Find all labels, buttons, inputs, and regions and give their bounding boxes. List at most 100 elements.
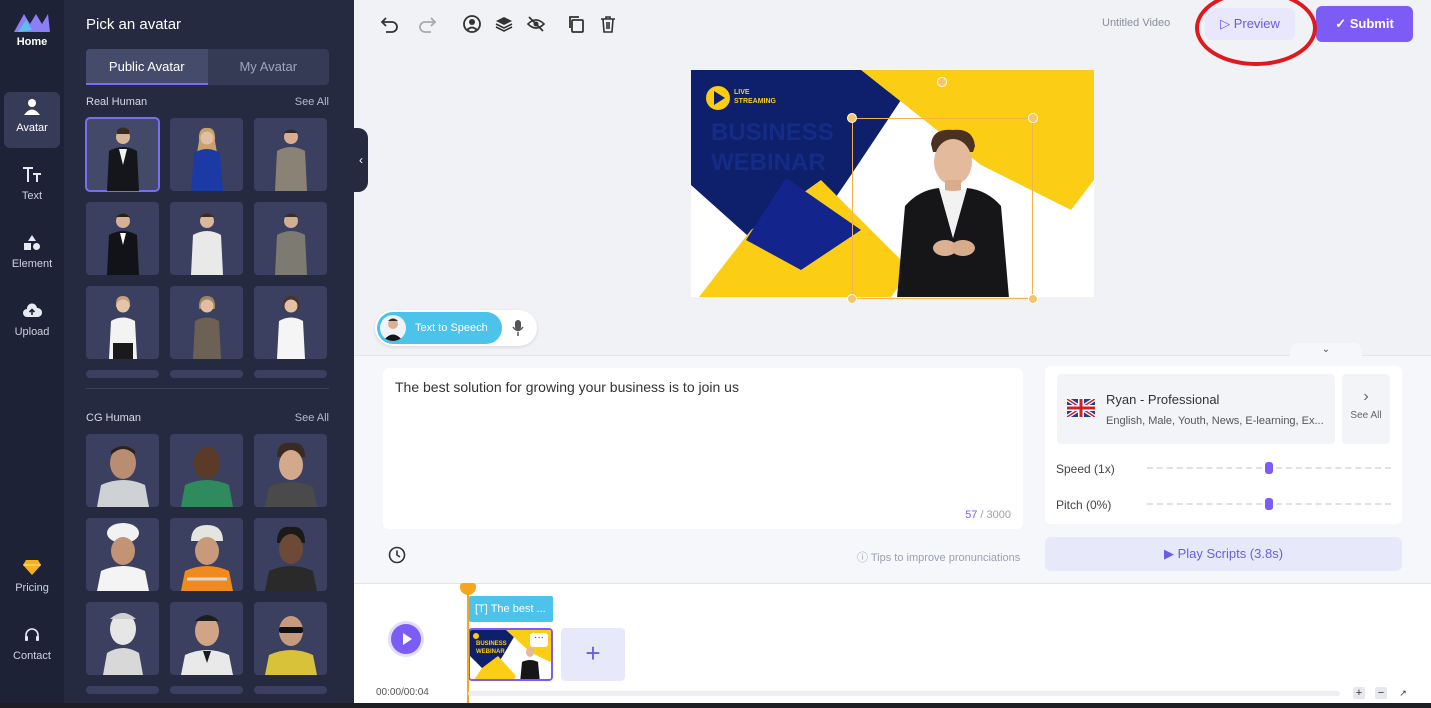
see-all-voices-button[interactable]: › See All: [1342, 374, 1390, 444]
nav-text[interactable]: Text: [4, 160, 60, 216]
avatar-tile[interactable]: [254, 202, 327, 275]
avatar-tile[interactable]: [170, 686, 243, 694]
resize-handle[interactable]: [847, 113, 857, 123]
avatar-tile[interactable]: [85, 117, 160, 192]
nav-contact-label: Contact: [13, 650, 51, 662]
submit-button[interactable]: ✓ Submit: [1316, 6, 1413, 42]
pitch-slider-thumb[interactable]: [1265, 498, 1273, 510]
text-clip[interactable]: [T] The best ...: [469, 596, 553, 622]
nav-pricing[interactable]: Pricing: [4, 552, 60, 608]
play-scripts-label: Play Scripts (3.8s): [1177, 546, 1284, 561]
play-scripts-button[interactable]: ▶ Play Scripts (3.8s): [1045, 537, 1402, 571]
home-nav[interactable]: Home: [4, 36, 60, 56]
avatar-tile[interactable]: [254, 686, 327, 694]
chevron-left-icon: ‹: [359, 153, 363, 167]
speed-slider-thumb[interactable]: [1265, 462, 1273, 474]
avatar-tile[interactable]: [86, 202, 159, 275]
resize-handle[interactable]: [847, 294, 857, 304]
avatar-tile[interactable]: [254, 118, 327, 191]
avatar-tile[interactable]: [170, 602, 243, 675]
voice-settings-panel: Ryan - Professional English, Male, Youth…: [1045, 366, 1402, 524]
cg-human-grid: [86, 434, 329, 694]
clock-icon[interactable]: [388, 546, 406, 564]
avatar-tile[interactable]: [86, 286, 159, 359]
section-divider: [86, 388, 329, 389]
scene-thumbnail[interactable]: BUSINESS WEBINAR ···: [468, 628, 553, 681]
scene-more-button[interactable]: ···: [530, 633, 548, 647]
tab-public-avatar[interactable]: Public Avatar: [86, 49, 208, 85]
live-badge: LIVE STREAMING: [734, 88, 776, 106]
redo-icon[interactable]: [417, 14, 437, 34]
avatar-tile[interactable]: [254, 286, 327, 359]
text-to-speech-tab[interactable]: Text to Speech: [377, 312, 502, 344]
avatar-icon[interactable]: [462, 14, 482, 34]
undo-icon[interactable]: [380, 14, 400, 34]
avatar-tile[interactable]: [86, 602, 159, 675]
submit-label: Submit: [1349, 16, 1394, 31]
avatar-tile[interactable]: [254, 370, 327, 378]
headset-icon: [4, 626, 60, 648]
nav-avatar[interactable]: Avatar: [4, 92, 60, 148]
person-icon: [4, 98, 60, 120]
voice-name: Ryan - Professional: [1106, 392, 1220, 407]
zoom-in-button[interactable]: +: [1353, 687, 1365, 699]
avatar-tile[interactable]: [86, 370, 159, 378]
video-title[interactable]: Untitled Video: [1102, 17, 1170, 29]
selection-box[interactable]: [852, 118, 1033, 299]
badge-line-2: STREAMING: [734, 98, 776, 105]
avatar-tile[interactable]: [86, 518, 159, 591]
home-label: Home: [16, 36, 48, 48]
nav-upload[interactable]: Upload: [4, 296, 60, 352]
hide-icon[interactable]: [526, 14, 546, 34]
info-icon: ⓘ: [857, 552, 868, 564]
nav-element[interactable]: Element: [4, 228, 60, 284]
voice-selector[interactable]: Ryan - Professional English, Male, Youth…: [1057, 374, 1335, 444]
copy-icon[interactable]: [566, 14, 586, 34]
nav-text-label: Text: [21, 190, 43, 202]
more-icon: ···: [534, 632, 544, 643]
avatar-tile[interactable]: [170, 118, 243, 191]
nav-upload-label: Upload: [14, 326, 50, 338]
script-input[interactable]: The best solution for growing your busin…: [383, 368, 1023, 529]
avatar-tile[interactable]: [86, 686, 159, 694]
avatar-tile[interactable]: [170, 434, 243, 507]
shapes-icon: [4, 234, 60, 256]
avatar-tile[interactable]: [254, 602, 327, 675]
logo-icon[interactable]: [12, 10, 52, 34]
avatar-tile[interactable]: [170, 286, 243, 359]
nav-contact[interactable]: Contact: [4, 620, 60, 676]
avatar-tile[interactable]: [254, 518, 327, 591]
zoom-out-button[interactable]: −: [1375, 687, 1387, 699]
see-all-link[interactable]: See All: [295, 96, 329, 108]
delete-icon[interactable]: [598, 14, 618, 34]
avatar-tile[interactable]: [170, 202, 243, 275]
tab-my-avatar[interactable]: My Avatar: [208, 49, 330, 85]
collapse-editor-button[interactable]: ⌄: [1290, 343, 1362, 357]
playhead[interactable]: [467, 584, 469, 708]
timeline-scrollbar[interactable]: [468, 691, 1340, 696]
plus-icon: +: [585, 638, 601, 668]
avatar: [380, 315, 406, 341]
rotate-handle[interactable]: [937, 77, 947, 87]
microphone-icon[interactable]: [511, 319, 525, 337]
avatar-tile[interactable]: [254, 434, 327, 507]
zoom-in-icon: +: [1355, 687, 1363, 699]
layers-icon[interactable]: [494, 14, 514, 34]
script-text: The best solution for growing your busin…: [395, 379, 739, 395]
collapse-panel-button[interactable]: ‹: [354, 128, 368, 192]
add-scene-button[interactable]: +: [561, 628, 625, 681]
resize-handle[interactable]: [1028, 294, 1038, 304]
avatar-tile[interactable]: [170, 370, 243, 378]
avatar-tile[interactable]: [170, 518, 243, 591]
fit-timeline-button[interactable]: ↗: [1397, 687, 1409, 699]
see-all-link[interactable]: See All: [295, 412, 329, 424]
pitch-label: Pitch (0%): [1056, 498, 1112, 512]
thumb-title: BUSINESS WEBINAR: [476, 641, 507, 655]
avatar-tile[interactable]: [86, 434, 159, 507]
real-human-grid: [85, 117, 329, 378]
voice-tags: English, Male, Youth, News, E-learning, …: [1106, 415, 1324, 427]
timeline-play-button[interactable]: [391, 624, 421, 654]
resize-handle[interactable]: [1028, 113, 1038, 123]
pronunciation-tips-link[interactable]: ⓘ Tips to improve pronunciations: [857, 549, 1020, 565]
diamond-icon: [4, 558, 60, 580]
